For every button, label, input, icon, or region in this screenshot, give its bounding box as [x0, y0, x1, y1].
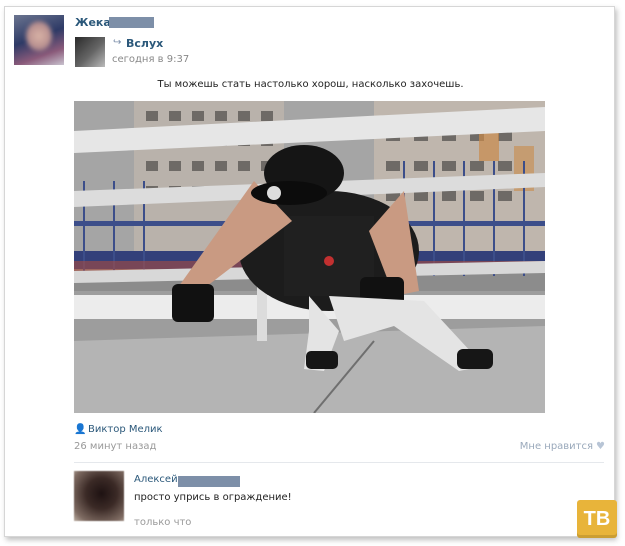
- post-timestamp[interactable]: 26 минут назад: [74, 441, 156, 452]
- comment-timestamp[interactable]: только что: [134, 517, 191, 528]
- site-watermark-logo: ТВ: [577, 500, 617, 538]
- user-icon: 👤: [74, 424, 87, 435]
- like-button[interactable]: Мне нравится ♥: [520, 441, 605, 452]
- post-text: Ты можешь стать настолько хорош, насколь…: [157, 79, 464, 90]
- author-name-link[interactable]: Жека: [75, 16, 111, 29]
- photo-author-link[interactable]: Виктор Мелик: [88, 424, 163, 435]
- blurred-face: [26, 21, 52, 51]
- author-avatar[interactable]: [14, 15, 64, 65]
- repost-timestamp[interactable]: сегодня в 9:37: [112, 54, 189, 65]
- commenter-avatar[interactable]: [74, 471, 124, 521]
- repost-arrow-icon: ↪: [113, 37, 122, 48]
- redacted-commenter-surname: [178, 476, 240, 487]
- redacted-surname: [109, 17, 154, 28]
- wall-post-card: Жека ↪ Вслух сегодня в 9:37 Ты можешь ст…: [4, 6, 615, 537]
- commenter-name-link[interactable]: Алексей: [134, 474, 178, 485]
- like-label: Мне нравится: [519, 441, 594, 452]
- repost-source-thumbnail[interactable]: [75, 37, 105, 67]
- heart-icon: ♥: [596, 441, 605, 452]
- comment-text: просто упрись в ограждение!: [134, 492, 292, 503]
- comment-divider: [74, 462, 604, 463]
- photo-illustration: [74, 101, 545, 413]
- post-photo[interactable]: [74, 101, 545, 413]
- repost-source-link[interactable]: Вслух: [126, 37, 163, 50]
